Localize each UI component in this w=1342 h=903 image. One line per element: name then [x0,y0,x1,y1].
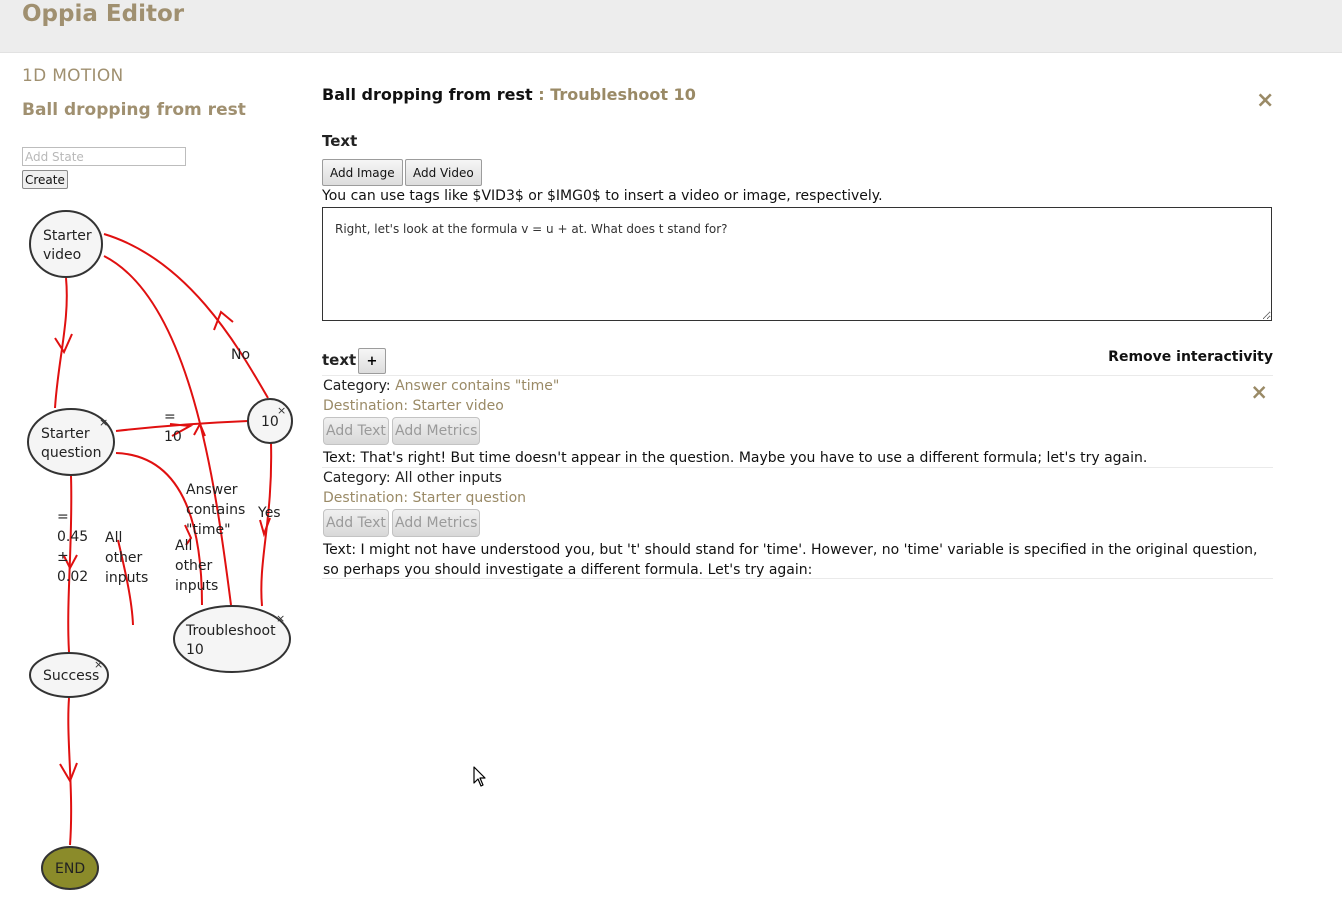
node-troubleshoot-label-line2: 10 [186,642,204,658]
edge-label-all-other-mid-line1: All [175,538,192,554]
add-state-input[interactable] [22,147,186,166]
edge-label-all-other-mid-line3: inputs [175,578,218,594]
state-graph: .edge { fill: none; stroke: #e01010; str… [27,210,293,890]
add-metrics-button[interactable]: Add Metrics [392,509,481,537]
edge-label-eq-10-line1: = [164,409,176,425]
edge-success-to-end [67,697,73,846]
node-starter-video-label-line2: video [43,247,81,263]
node-troubleshoot-10[interactable]: Troubleshoot 10 × [173,605,291,673]
add-video-button[interactable]: Add Video [405,159,482,186]
top-bar: Oppia Editor [0,0,1342,53]
rule-destination[interactable]: Destination: Starter question [323,490,526,506]
edge-label-no: No [231,347,250,363]
rule-item: Category: Answer contains "time" Destina… [322,375,1273,468]
arrow-success-to-end [59,762,78,784]
exploration-category: 1D MOTION [22,66,124,86]
edge-label-eq-10-line2: 10 [164,429,182,445]
rule-item: Category: All other inputs Destination: … [322,467,1273,579]
text-section-label: Text [322,132,358,150]
rule-feedback-text: Text: That's right! But time doesn't app… [323,450,1148,466]
delete-rule-icon[interactable]: × [1250,380,1268,404]
node-end-label: END [55,861,85,877]
delete-node-icon[interactable]: × [99,416,108,429]
add-metrics-button[interactable]: Add Metrics [392,417,481,445]
add-text-button[interactable]: Add Text [323,417,389,445]
edge-label-answer-contains-line3: "time" [186,522,231,538]
node-starter-video-label-line1: Starter [43,228,92,244]
add-text-button[interactable]: Add Text [323,509,389,537]
edge-label-all-other-left-line2: other [105,550,143,566]
rule-category: Category: Answer contains "time" [323,378,559,394]
close-state-icon[interactable]: × [1256,88,1274,113]
edge-label-yes: Yes [257,505,281,521]
edge-label-answer-contains-line2: contains [186,502,245,518]
edge-ten-to-troubleshoot [260,442,273,607]
create-state-button[interactable]: Create [22,170,68,189]
node-starter-video[interactable]: Starter video [29,210,103,278]
exploration-title: Ball dropping from rest [22,100,246,120]
add-image-button[interactable]: Add Image [322,159,403,186]
arrow-troubleshoot-to-question [193,421,206,437]
node-end[interactable]: END [41,846,99,890]
delete-node-icon[interactable]: × [94,658,103,671]
state-header: Ball dropping from rest : Troubleshoot 1… [322,85,696,104]
state-header-separator: : [532,85,551,104]
node-success-label: Success [43,668,99,684]
edge-label-all-other-mid-line2: other [175,558,213,574]
node-starter-question-label-line1: Starter [41,426,90,442]
edge-label-all-other-left-line1: All [105,530,122,546]
rule-category-prefix: Category: [323,470,396,486]
rule-category: Category: All other inputs [323,470,502,486]
app-title[interactable]: Oppia Editor [22,1,184,27]
node-starter-question[interactable]: Starter question × [27,408,115,476]
rule-category-value: All other inputs [395,470,502,486]
edge-label-range-line2: 0.45 [57,529,88,545]
delete-node-icon[interactable]: × [276,612,285,625]
edge-label-range-line3: ± [57,549,69,565]
delete-node-icon[interactable]: × [277,404,286,417]
edge-label-all-other-left-line3: inputs [105,570,148,586]
node-10[interactable]: 10 × [247,398,293,444]
interaction-type-label: text [322,351,357,369]
node-troubleshoot-label-line1: Troubleshoot [185,623,276,639]
rule-category-prefix: Category: [323,378,396,394]
rule-feedback-text: Text: I might not have understood you, b… [323,542,1258,578]
add-rule-button[interactable]: + [358,348,386,374]
state-content-textarea[interactable]: Right, let's look at the formula v = u +… [322,207,1272,321]
node-success[interactable]: Success × [29,652,109,698]
media-tag-hint: You can use tags like $VID3$ or $IMG0$ t… [322,188,883,204]
edge-label-answer-contains-line1: Answer [186,482,238,498]
state-header-state-name[interactable]: Troubleshoot 10 [550,85,696,104]
edge-label-range-line1: = [57,509,69,525]
remove-interactivity-link[interactable]: Remove interactivity [1108,349,1273,365]
state-header-exploration: Ball dropping from rest [322,85,533,104]
edge-label-range-line4: 0.02 [57,569,88,585]
rule-category-value[interactable]: Answer contains "time" [395,378,559,394]
mouse-cursor-icon [473,766,486,787]
node-starter-question-label-line2: question [41,445,101,461]
rule-destination[interactable]: Destination: Starter video [323,398,504,414]
edge-video-to-question [54,277,68,409]
